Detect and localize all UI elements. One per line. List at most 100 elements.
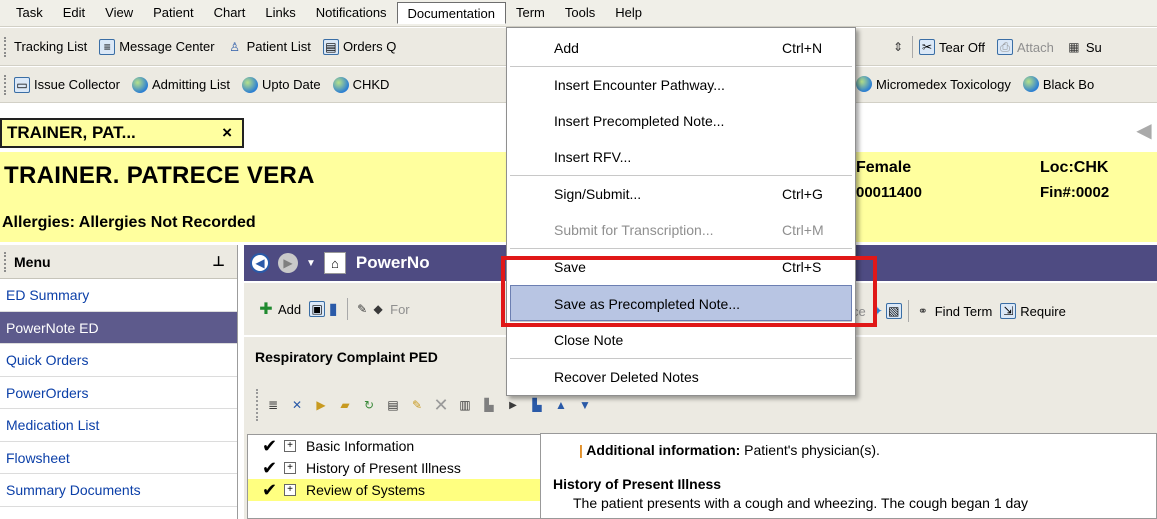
- black-box-button[interactable]: Black Bo: [1022, 76, 1094, 92]
- chevron-down-icon[interactable]: ▼: [306, 258, 316, 269]
- close-icon[interactable]: ×: [222, 120, 232, 146]
- image-icon[interactable]: ▧: [885, 303, 902, 319]
- checkmark-icon: ✔: [262, 457, 278, 478]
- require-button[interactable]: ⇲ Require: [1000, 303, 1066, 319]
- orders-icon: ▤: [322, 38, 339, 55]
- additional-info-label: Additional information:: [586, 442, 741, 458]
- pin-icon[interactable]: ⊥: [212, 253, 225, 270]
- sidebar-item-quick-orders[interactable]: Quick Orders: [0, 344, 237, 377]
- move-icon[interactable]: ▙: [528, 397, 546, 413]
- menu-links[interactable]: Links: [255, 2, 305, 24]
- additional-info: | Additional information: Patient's phys…: [579, 442, 1144, 458]
- patient-location: Loc:CHK: [1040, 159, 1109, 176]
- back-icon[interactable]: ◀: [250, 253, 270, 273]
- section-tree: ✔ + Basic Information ✔ + History of Pre…: [247, 434, 542, 519]
- message-center-icon: ≡: [99, 38, 116, 55]
- delete-icon[interactable]: ✕: [288, 397, 306, 413]
- arrow-down-icon[interactable]: ▼: [576, 397, 594, 413]
- upto-date-button[interactable]: Upto Date: [242, 76, 321, 93]
- issue-collector-button[interactable]: ▭ Issue Collector: [14, 76, 120, 93]
- micromedex-button[interactable]: Micromedex Toxicology: [856, 76, 1011, 92]
- tree-item-review-of-systems[interactable]: ✔ + Review of Systems: [248, 479, 541, 501]
- message-center-button[interactable]: ≡ Message Center: [99, 38, 215, 55]
- note-text[interactable]: | Additional information: Patient's phys…: [540, 433, 1157, 519]
- menu-bar: Task Edit View Patient Chart Links Notif…: [0, 0, 1157, 27]
- sidebar-item-medication-list[interactable]: Medication List: [0, 409, 237, 442]
- sidebar-item-powerorders[interactable]: PowerOrders: [0, 377, 237, 409]
- menu-view[interactable]: View: [95, 2, 143, 24]
- format-label: For: [390, 301, 410, 317]
- menu-term[interactable]: Term: [506, 2, 555, 24]
- expand-icon[interactable]: +: [284, 484, 296, 496]
- patient-tab[interactable]: TRAINER, PAT... ×: [0, 118, 244, 148]
- checkmark-icon: ✔: [262, 479, 278, 500]
- menu-item-close-note[interactable]: Close Note: [507, 322, 855, 358]
- suspend-button[interactable]: ▦ Su: [1066, 39, 1102, 55]
- menu-item-insert-encounter-pathway[interactable]: Insert Encounter Pathway...: [507, 67, 855, 103]
- attach-button[interactable]: ⎙ Attach: [997, 39, 1054, 55]
- home-icon[interactable]: ⌂: [323, 252, 346, 274]
- tear-off-label: Tear Off: [939, 39, 986, 55]
- arrow-up-icon[interactable]: ▲: [552, 397, 570, 413]
- clipboard-icon[interactable]: ▥: [456, 397, 474, 413]
- menu-item-recover-deleted-notes[interactable]: Recover Deleted Notes: [507, 359, 855, 395]
- menu-item-insert-precompleted-note[interactable]: Insert Precompleted Note...: [507, 103, 855, 139]
- toolbar-scroll-icon[interactable]: ⇕: [890, 39, 906, 55]
- menu-patient[interactable]: Patient: [143, 2, 203, 24]
- orders-label: Orders Q: [342, 39, 397, 54]
- paste-icon[interactable]: ▙: [480, 397, 498, 413]
- additional-info-text: Patient's physician(s).: [740, 442, 880, 458]
- toolbar-grip[interactable]: [4, 74, 8, 95]
- forward-icon[interactable]: ▶: [278, 253, 298, 273]
- orders-button[interactable]: ▤ Orders Q: [322, 38, 397, 55]
- sidebar-item-summary-documents[interactable]: Summary Documents: [0, 474, 237, 507]
- format-button[interactable]: ◆ For: [370, 301, 410, 317]
- save-icon[interactable]: ▮: [325, 301, 341, 318]
- menu-documentation[interactable]: Documentation: [396, 2, 506, 24]
- require-label: Require: [1020, 303, 1066, 319]
- clear-icon[interactable]: ✕: [432, 395, 450, 415]
- admitting-list-button[interactable]: Admitting List: [131, 76, 230, 93]
- menu-chart[interactable]: Chart: [204, 2, 256, 24]
- menu-item-insert-rfv[interactable]: Insert RFV...: [507, 139, 855, 175]
- menu-tools[interactable]: Tools: [555, 2, 605, 24]
- menu-edit[interactable]: Edit: [53, 2, 95, 24]
- find-term-button[interactable]: ⚭ Find Term: [915, 303, 993, 319]
- tree-item-hpi[interactable]: ✔ + History of Present Illness: [248, 457, 541, 479]
- menu-task[interactable]: Task: [6, 2, 53, 24]
- chkd-button[interactable]: CHKD: [332, 76, 390, 93]
- sidebar-item-powernote-ed[interactable]: PowerNote ED: [0, 311, 237, 344]
- add-label: Add: [278, 301, 302, 317]
- folder-icon[interactable]: ▰: [336, 397, 354, 413]
- add-button[interactable]: ✚ Add: [258, 301, 302, 318]
- refresh-icon[interactable]: ↻: [360, 397, 378, 413]
- chevron-right-icon[interactable]: ▶: [504, 397, 522, 413]
- tear-off-button[interactable]: ✂ Tear Off: [919, 39, 985, 55]
- document-icon[interactable]: ▤: [384, 397, 402, 413]
- pen-icon[interactable]: ✎: [408, 397, 426, 413]
- toolbar-grip[interactable]: [4, 36, 8, 57]
- sidebar-item-flowsheet[interactable]: Flowsheet: [0, 442, 237, 474]
- select-icon[interactable]: ▣: [309, 301, 326, 317]
- edit-icon[interactable]: ✎: [354, 301, 370, 317]
- expand-icon[interactable]: +: [284, 440, 296, 452]
- sidebar-item-ed-summary[interactable]: ED Summary: [0, 279, 237, 312]
- patient-name: TRAINER. PATRECE VERA: [4, 162, 315, 189]
- patient-list-button[interactable]: ♙ Patient List: [227, 39, 311, 55]
- menu-help[interactable]: Help: [605, 2, 652, 24]
- menu-notifications[interactable]: Notifications: [306, 2, 397, 24]
- tree-item-basic-information[interactable]: ✔ + Basic Information: [248, 435, 541, 457]
- chkd-label: CHKD: [352, 77, 390, 92]
- menu-item-label: Add: [554, 40, 579, 56]
- menu-item-sign-submit[interactable]: Sign/Submit... Ctrl+G: [507, 176, 855, 212]
- tracking-list-button[interactable]: Tracking List: [14, 39, 87, 54]
- menu-item-add[interactable]: Add Ctrl+N: [507, 30, 855, 66]
- menu-item-label: Submit for Transcription...: [554, 222, 714, 238]
- comment-icon[interactable]: ▶: [312, 397, 330, 413]
- tab-scroll-left-icon[interactable]: ◀: [1131, 118, 1157, 148]
- menu-item-label: Recover Deleted Notes: [554, 369, 699, 385]
- globe-icon: [131, 76, 148, 93]
- expand-icon[interactable]: +: [284, 462, 296, 474]
- list-icon[interactable]: ≣: [264, 397, 282, 413]
- patient-list-label: Patient List: [246, 39, 311, 54]
